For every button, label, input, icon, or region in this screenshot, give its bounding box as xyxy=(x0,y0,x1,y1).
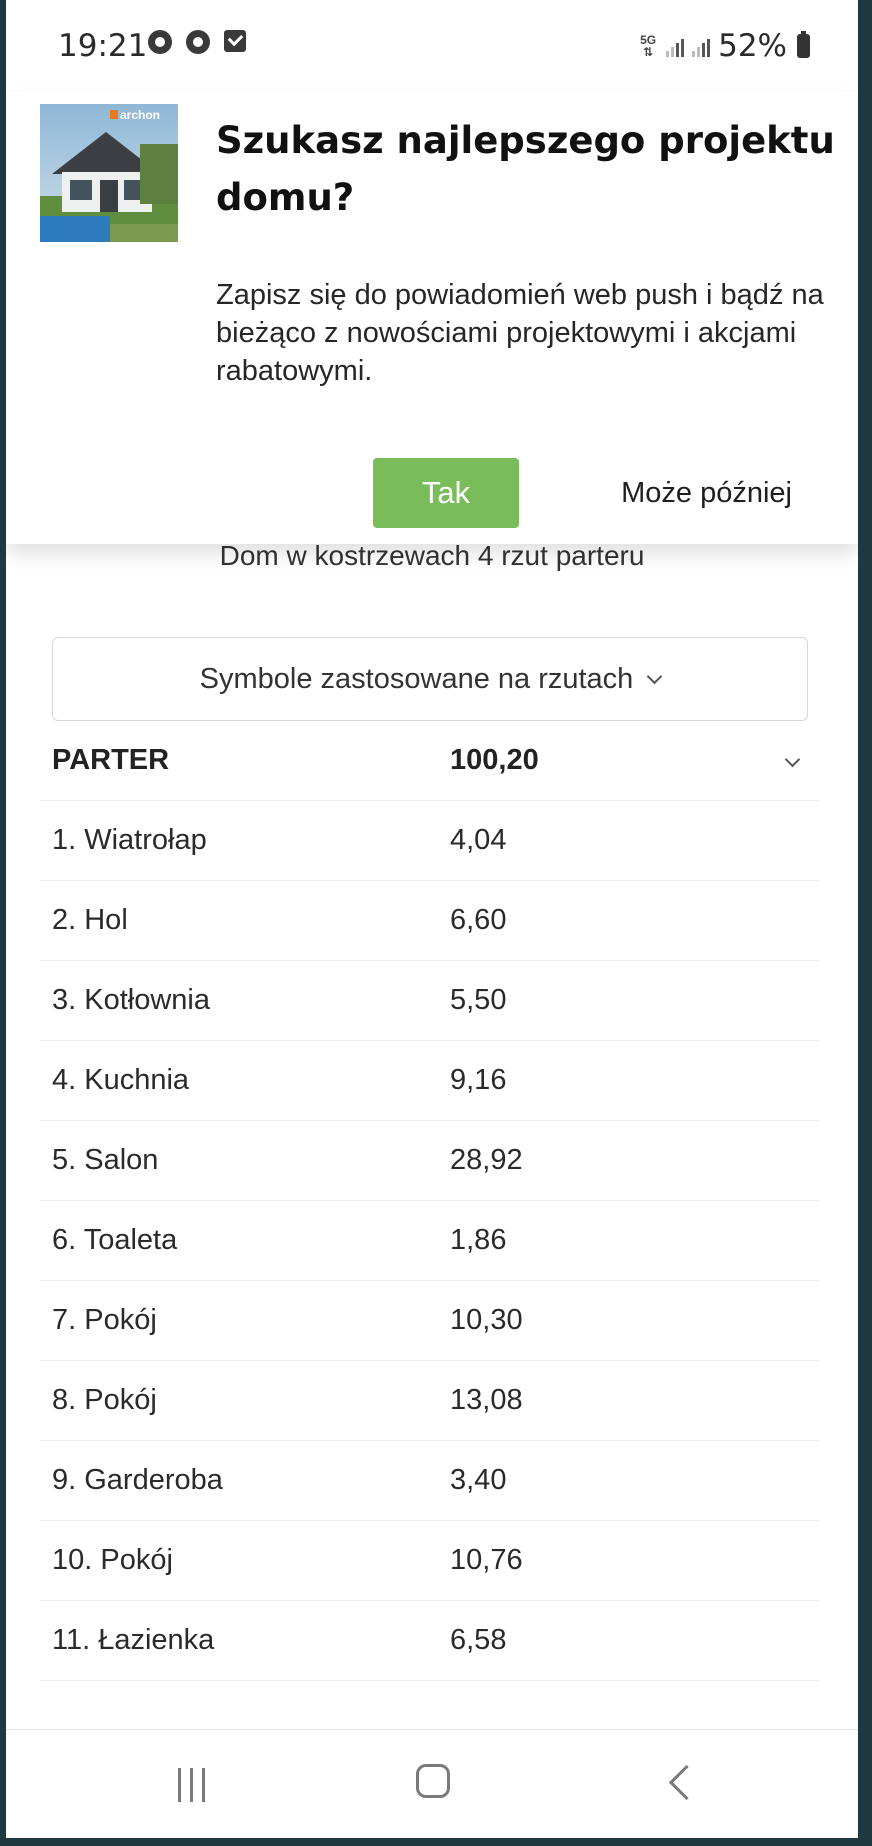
rooms-table: PARTER 100,20 1. Wiatrołap 4,04 2. Hol 6… xyxy=(40,721,820,1681)
room-area: 3,40 xyxy=(450,1464,507,1496)
room-name: 5. Salon xyxy=(52,1144,159,1176)
room-name: 6. Toaleta xyxy=(52,1224,178,1256)
table-row: 3. Kotłownia 5,50 xyxy=(40,961,820,1041)
popup-title: Szukasz najlepszego projektu domu? xyxy=(216,119,835,219)
room-name: 4. Kuchnia xyxy=(52,1064,190,1096)
status-right-icons: 5G ⇅ 52% xyxy=(638,28,810,64)
plan-title: Dom w kostrzewach 4 rzut parteru xyxy=(219,540,645,571)
home-icon[interactable] xyxy=(416,1764,450,1798)
maybe-later-button[interactable]: Może później xyxy=(592,458,792,528)
battery-icon xyxy=(797,31,810,58)
room-name: 9. Garderoba xyxy=(52,1464,223,1496)
room-area: 5,50 xyxy=(450,984,507,1016)
network-type-icon: 5G ⇅ xyxy=(638,34,658,58)
chevron-down-icon xyxy=(647,668,663,684)
symbols-dropdown-label: Symbole zastosowane na rzutach xyxy=(199,662,634,695)
room-name: 7. Pokój xyxy=(52,1304,157,1336)
table-row: 4. Kuchnia 9,16 xyxy=(40,1041,820,1121)
floor-header-row[interactable]: PARTER 100,20 xyxy=(40,721,820,801)
room-name: 11. Łazienka xyxy=(52,1624,215,1656)
status-bar: 19:21 5G ⇅ 52% xyxy=(6,0,858,92)
table-row: 6. Toaleta 1,86 xyxy=(40,1201,820,1281)
room-area: 10,30 xyxy=(450,1304,523,1336)
room-area: 1,86 xyxy=(450,1224,507,1256)
room-area: 28,92 xyxy=(450,1144,523,1176)
room-area: 13,08 xyxy=(450,1384,523,1416)
signal-icon xyxy=(666,35,685,57)
room-name: 2. Hol xyxy=(52,904,128,936)
battery-level: 52% xyxy=(718,28,787,64)
floor-name: PARTER xyxy=(52,744,170,776)
room-name: 3. Kotłownia xyxy=(52,984,210,1016)
data-arrows-icon: ⇅ xyxy=(643,45,654,59)
brand-logo: archon xyxy=(120,108,160,122)
room-area: 6,58 xyxy=(450,1624,507,1656)
recent-apps-icon[interactable] xyxy=(178,1768,205,1802)
signal-icon xyxy=(692,35,711,57)
table-row: 2. Hol 6,60 xyxy=(40,881,820,961)
house-image-icon: archon xyxy=(40,104,178,242)
table-row: 7. Pokój 10,30 xyxy=(40,1281,820,1361)
accept-button[interactable]: Tak xyxy=(373,458,519,528)
room-name: 10. Pokój xyxy=(52,1544,173,1576)
table-row: 1. Wiatrołap 4,04 xyxy=(40,801,820,881)
table-row: 8. Pokój 13,08 xyxy=(40,1361,820,1441)
room-name: 1. Wiatrołap xyxy=(52,824,207,856)
navigation-bar xyxy=(6,1729,858,1838)
table-row: 5. Salon 28,92 xyxy=(40,1121,820,1201)
room-area: 6,60 xyxy=(450,904,507,936)
status-notification-icons xyxy=(148,30,246,54)
table-row: 11. Łazienka 6,58 xyxy=(40,1601,820,1681)
room-area: 10,76 xyxy=(450,1544,523,1576)
chrome-icon xyxy=(148,30,172,54)
floor-total-area: 100,20 xyxy=(450,744,539,776)
house-thumbnail-image: archon xyxy=(40,104,178,242)
checkbox-icon xyxy=(224,30,246,52)
table-row: 9. Garderoba 3,40 xyxy=(40,1441,820,1521)
table-row: 10. Pokój 10,76 xyxy=(40,1521,820,1601)
room-name: 8. Pokój xyxy=(52,1384,157,1416)
chrome-icon xyxy=(186,30,210,54)
back-icon[interactable] xyxy=(668,1764,705,1801)
phone-screen: 19:21 5G ⇅ 52% archon Szukasz najlepszeg… xyxy=(6,0,858,1838)
status-time: 19:21 xyxy=(58,28,148,64)
room-area: 4,04 xyxy=(450,824,507,856)
chevron-down-icon[interactable] xyxy=(784,751,801,768)
room-area: 9,16 xyxy=(450,1064,507,1096)
popup-body: Zapisz się do powiadomień web push i bąd… xyxy=(216,279,824,387)
symbols-dropdown[interactable]: Symbole zastosowane na rzutach xyxy=(52,637,808,721)
push-notification-prompt: archon Szukasz najlepszego projektu domu… xyxy=(6,92,858,544)
